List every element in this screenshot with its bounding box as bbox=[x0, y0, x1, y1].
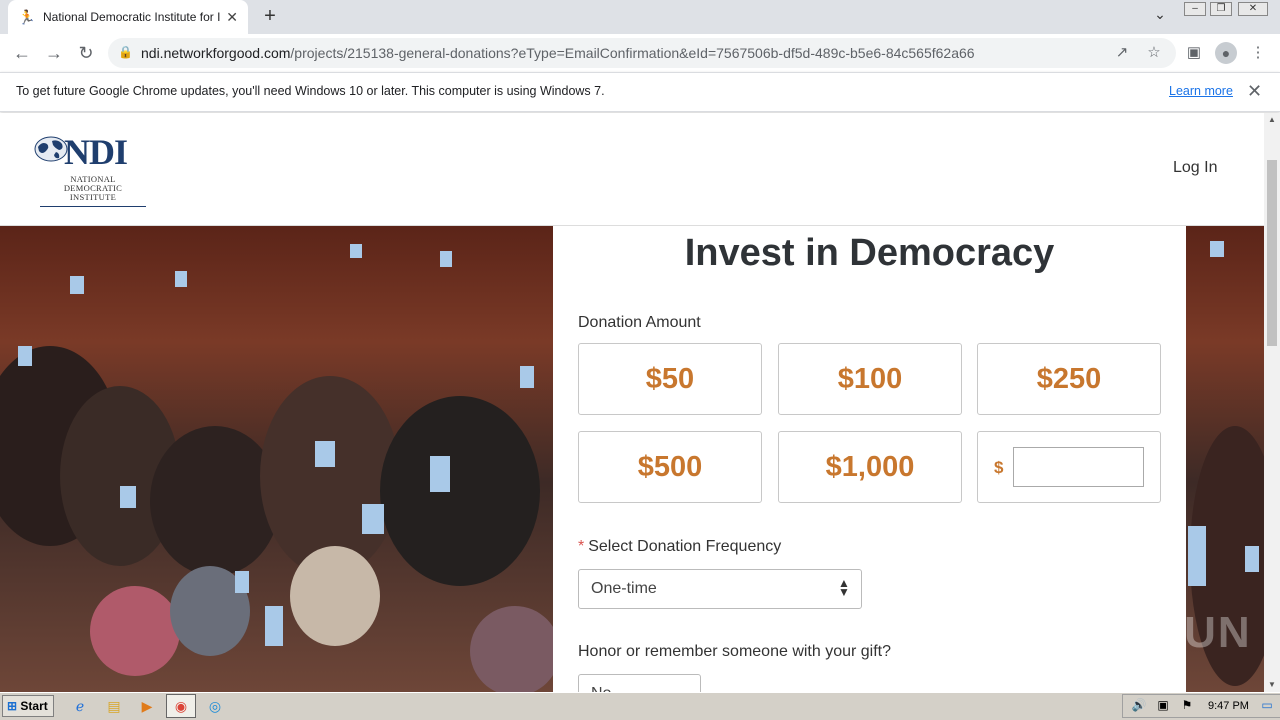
vote-card bbox=[235, 571, 249, 593]
start-label: Start bbox=[20, 699, 48, 713]
forward-icon[interactable]: → bbox=[41, 40, 67, 66]
show-desktop-icon[interactable]: ▭ bbox=[1256, 694, 1278, 716]
tab-search-icon[interactable]: ⌄ bbox=[1150, 6, 1170, 26]
vote-card bbox=[120, 486, 136, 508]
vote-card bbox=[350, 244, 362, 258]
infobar-close-icon[interactable]: ✕ bbox=[1247, 81, 1262, 102]
tab-close-icon[interactable]: ✕ bbox=[226, 9, 238, 26]
honor-label: Honor or remember someone with your gift… bbox=[578, 643, 892, 660]
profile-avatar-icon[interactable]: ● bbox=[1215, 42, 1237, 64]
minimize-button[interactable]: – bbox=[1184, 2, 1206, 16]
site-header: NDI NATIONAL DEMOCRATIC INSTITUTE Log In bbox=[0, 113, 1264, 226]
frequency-label: * Select Donation Frequency bbox=[578, 538, 781, 556]
amount-250-button[interactable]: $250 bbox=[977, 343, 1161, 415]
ie-icon[interactable]: ℯ bbox=[67, 695, 93, 717]
lock-icon[interactable]: 🔒 bbox=[118, 45, 133, 61]
vote-card bbox=[440, 251, 452, 267]
volume-icon[interactable]: 🔊 bbox=[1126, 694, 1152, 716]
crowd-shape bbox=[380, 396, 540, 586]
logo-rule bbox=[40, 206, 146, 207]
form-heading: Invest in Democracy bbox=[684, 232, 1055, 274]
honor-select[interactable]: No bbox=[578, 674, 701, 692]
tab-title: National Democratic Institute for Int bbox=[43, 10, 221, 24]
close-window-button[interactable]: ✕ bbox=[1238, 2, 1268, 16]
amount-100-button[interactable]: $100 bbox=[778, 343, 962, 415]
logo-sub-line: INSTITUTE bbox=[69, 192, 117, 202]
edge-icon[interactable]: ◎ bbox=[202, 695, 228, 717]
crowd-shape bbox=[470, 606, 560, 692]
amount-50-button[interactable]: $50 bbox=[578, 343, 762, 415]
bookmark-star-icon[interactable]: ☆ bbox=[1143, 42, 1165, 64]
vote-card bbox=[430, 456, 450, 492]
scroll-down-icon[interactable]: ▼ bbox=[1264, 678, 1280, 692]
vote-card bbox=[520, 366, 534, 388]
globe-icon bbox=[34, 136, 68, 162]
action-center-flag-icon[interactable]: ⚑ bbox=[1174, 694, 1200, 716]
vote-card bbox=[315, 441, 335, 467]
back-icon[interactable]: ← bbox=[9, 40, 35, 66]
url-text[interactable]: ndi.networkforgood.com/projects/215138-g… bbox=[141, 45, 975, 61]
scroll-up-icon[interactable]: ▲ bbox=[1264, 113, 1280, 127]
required-mark: * bbox=[578, 538, 585, 555]
vote-card bbox=[1245, 546, 1259, 572]
vote-card bbox=[175, 271, 187, 287]
vote-card bbox=[70, 276, 84, 294]
network-icon[interactable]: ▣ bbox=[1150, 694, 1176, 716]
browser-tab[interactable]: 🏃 National Democratic Institute for Int … bbox=[8, 0, 248, 34]
amount-500-button[interactable]: $500 bbox=[578, 431, 762, 503]
windows-logo-icon: ⊞ bbox=[7, 699, 18, 713]
amount-1000-button[interactable]: $1,000 bbox=[778, 431, 962, 503]
select-updown-icon: ▲ ▼ bbox=[838, 576, 850, 599]
reload-icon[interactable]: ↻ bbox=[73, 40, 99, 66]
login-link[interactable]: Log In bbox=[1173, 159, 1217, 177]
vote-card bbox=[362, 504, 384, 534]
new-tab-button[interactable]: + bbox=[258, 4, 282, 28]
explorer-folder-icon[interactable]: ▤ bbox=[101, 695, 127, 717]
vote-card bbox=[18, 346, 32, 366]
scrollbar-thumb[interactable] bbox=[1267, 160, 1277, 346]
frequency-label-text: Select Donation Frequency bbox=[588, 538, 782, 555]
start-button[interactable]: ⊞ Start bbox=[2, 695, 54, 717]
web-page: NDI NATIONAL DEMOCRATIC INSTITUTE Log In bbox=[0, 113, 1264, 692]
site-favicon-icon: 🏃 bbox=[18, 9, 36, 25]
taskbar-clock[interactable]: 9:47 PM bbox=[1208, 700, 1249, 712]
side-panel-icon[interactable]: ▣ bbox=[1183, 42, 1205, 64]
learn-more-link[interactable]: Learn more bbox=[1169, 84, 1233, 98]
custom-amount-currency: $ bbox=[994, 458, 1004, 477]
share-icon[interactable]: ↗ bbox=[1111, 42, 1133, 64]
ndi-logo[interactable]: NDI NATIONAL DEMOCRATIC INSTITUTE bbox=[34, 131, 149, 211]
frequency-select[interactable]: One-time bbox=[578, 569, 862, 609]
custom-amount-input[interactable] bbox=[1013, 447, 1144, 487]
url-host: ndi.networkforgood.com bbox=[141, 45, 291, 61]
media-player-icon[interactable]: ▶ bbox=[134, 695, 160, 717]
anyrun-watermark: ANY RUN bbox=[1038, 608, 1252, 657]
restore-button[interactable]: ❐ bbox=[1210, 2, 1232, 16]
crowd-shape bbox=[150, 426, 280, 576]
logo-subtitle: NATIONAL DEMOCRATIC INSTITUTE bbox=[48, 175, 138, 202]
chrome-icon: ◉ bbox=[174, 698, 188, 714]
crowd-shape bbox=[290, 546, 380, 646]
logo-mark: NDI bbox=[64, 132, 128, 172]
infobar-message: To get future Google Chrome updates, you… bbox=[16, 84, 605, 98]
vote-card bbox=[1188, 526, 1206, 586]
crowd-shape bbox=[90, 586, 180, 676]
menu-kebab-icon[interactable]: ⋮ bbox=[1247, 42, 1269, 64]
url-path: /projects/215138-general-donations?eType… bbox=[290, 45, 975, 61]
vote-card bbox=[265, 606, 283, 646]
vote-card bbox=[1210, 241, 1224, 257]
donation-amount-label: Donation Amount bbox=[578, 314, 701, 331]
